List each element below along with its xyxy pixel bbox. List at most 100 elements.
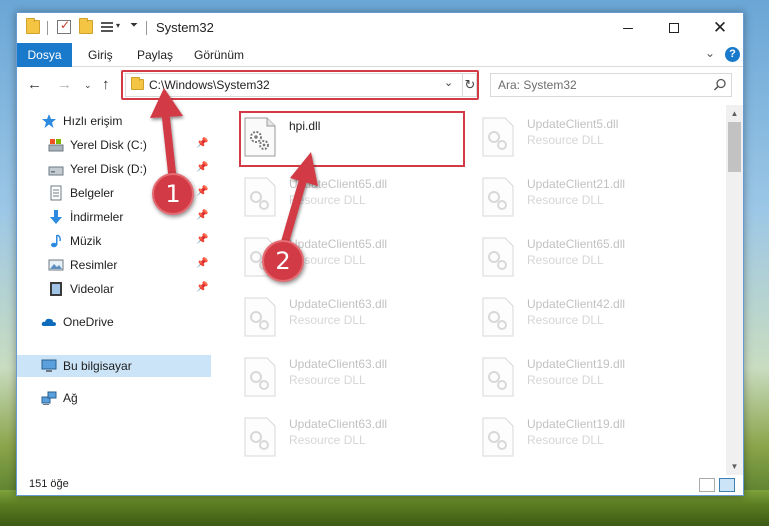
file-item[interactable]: UpdateClient5.dll Resource DLL — [477, 113, 707, 169]
step-1-badge: 1 — [152, 173, 194, 215]
file-name: UpdateClient65.dll — [527, 237, 626, 251]
sidebar-item-label: Videolar — [70, 282, 114, 296]
sidebar-item-network[interactable]: Ağ — [17, 387, 211, 409]
up-arrow-icon[interactable]: ↑ — [102, 76, 110, 93]
file-type: Resource DLL — [527, 133, 604, 147]
file-type: Resource DLL — [527, 313, 604, 327]
chevron-down-icon[interactable]: ▾ — [116, 21, 120, 30]
sidebar-item-label: Yerel Disk (D:) — [70, 162, 147, 176]
sidebar-item-label: Resimler — [70, 258, 118, 272]
sidebar-item-onedrive[interactable]: OneDrive — [17, 311, 211, 333]
vertical-scrollbar[interactable]: ▲ ▼ — [726, 105, 743, 475]
documents-icon — [50, 185, 62, 201]
scrollbar-thumb[interactable] — [728, 122, 741, 172]
step-2-badge: 2 — [262, 240, 304, 282]
dll-file-icon — [482, 417, 514, 457]
close-button[interactable]: ✕ — [697, 13, 743, 43]
dll-file-icon — [244, 297, 276, 337]
file-item[interactable]: UpdateClient63.dll Resource DLL — [239, 353, 469, 409]
scroll-up-arrow-icon[interactable]: ▲ — [726, 105, 743, 122]
pin-icon: 📌 — [196, 138, 209, 149]
sidebar-item-label: Bu bilgisayar — [63, 359, 132, 373]
sidebar-item-videos[interactable]: Videolar 📌 — [17, 278, 211, 300]
file-name: UpdateClient63.dll — [289, 297, 388, 311]
pin-icon: 📌 — [196, 162, 209, 173]
status-bar: 151 öğe — [17, 475, 743, 495]
details-view-icon[interactable] — [699, 478, 715, 492]
scroll-down-arrow-icon[interactable]: ▼ — [726, 458, 743, 475]
close-icon: ✕ — [712, 18, 728, 37]
file-type: Resource DLL — [527, 193, 604, 207]
file-name: UpdateClient42.dll — [527, 297, 626, 311]
pictures-icon — [48, 259, 64, 271]
file-item[interactable]: UpdateClient42.dll Resource DLL — [477, 293, 707, 349]
sidebar-item-pictures[interactable]: Resimler 📌 — [17, 254, 211, 276]
file-item-hpi-dll[interactable]: hpi.dll — [239, 113, 469, 169]
back-arrow-icon[interactable]: ← — [27, 76, 42, 93]
sidebar-item-music[interactable]: Müzik 📌 — [17, 230, 211, 252]
pin-icon: 📌 — [196, 234, 209, 245]
file-item[interactable]: UpdateClient65.dll Resource DLL — [477, 233, 707, 289]
title-bar: ▾ ⏷ System32 ✕ — [17, 13, 743, 43]
file-type: Resource DLL — [527, 433, 604, 447]
maximize-button[interactable] — [651, 13, 697, 43]
pin-icon: 📌 — [196, 186, 209, 197]
drive-icon — [48, 166, 64, 176]
title-separator — [146, 21, 147, 35]
sidebar-item-this-pc[interactable]: Bu bilgisayar — [17, 355, 211, 377]
sidebar-item-local-disk-c[interactable]: Yerel Disk (C:) 📌 — [17, 134, 211, 156]
sidebar-item-label: OneDrive — [63, 315, 114, 329]
dll-file-icon — [244, 117, 276, 157]
drive-icon — [48, 139, 64, 152]
file-name: UpdateClient65.dll — [289, 177, 388, 191]
file-item[interactable]: UpdateClient19.dll Resource DLL — [477, 353, 707, 409]
file-name: UpdateClient19.dll — [527, 417, 626, 431]
large-icons-view-icon[interactable] — [719, 478, 735, 492]
tab-file[interactable]: Dosya — [17, 43, 72, 67]
customize-quick-access-icon[interactable] — [101, 22, 113, 32]
tab-view[interactable]: Görünüm — [194, 48, 244, 62]
navigation-pane: Hızlı erişim Yerel Disk (C:) 📌 Yerel Dis… — [17, 105, 211, 467]
search-box[interactable]: Ara: System32 — [490, 73, 732, 97]
search-icon[interactable] — [712, 77, 728, 93]
minimize-icon — [623, 27, 633, 29]
recent-locations-icon[interactable]: ⌄ — [84, 80, 92, 91]
file-type: Resource DLL — [289, 433, 366, 447]
file-item[interactable]: UpdateClient65.dll Resource DLL — [239, 173, 469, 229]
dll-file-icon — [482, 297, 514, 337]
file-type: Resource DLL — [289, 373, 366, 387]
ribbon-tabs: Dosya Giriş Paylaş Görünüm ⌄ ? — [17, 43, 743, 67]
tab-share[interactable]: Paylaş — [137, 48, 173, 62]
tab-home[interactable]: Giriş — [88, 48, 113, 62]
forward-arrow-icon[interactable]: → — [57, 76, 72, 93]
file-item[interactable]: UpdateClient63.dll Resource DLL — [239, 413, 469, 467]
sidebar-item-label: Ağ — [63, 391, 78, 405]
properties-icon[interactable] — [57, 18, 71, 34]
dll-file-icon — [482, 177, 514, 217]
toolbar-separator — [47, 21, 48, 35]
window-title: System32 — [156, 20, 214, 35]
file-item[interactable]: UpdateClient63.dll Resource DLL — [239, 293, 469, 349]
file-name: hpi.dll — [289, 119, 321, 133]
quick-access-dropdown-icon[interactable]: ⏷ — [130, 20, 138, 31]
dll-file-icon — [482, 357, 514, 397]
minimize-button[interactable] — [605, 13, 651, 43]
file-name: UpdateClient19.dll — [527, 357, 626, 371]
search-placeholder[interactable]: Ara: System32 — [498, 78, 577, 92]
file-item[interactable]: UpdateClient21.dll Resource DLL — [477, 173, 707, 229]
pin-icon: 📌 — [196, 282, 209, 293]
dll-file-icon — [244, 177, 276, 217]
file-list: hpi.dll UpdateClient65.dll Resource DLL … — [213, 105, 726, 467]
cloud-icon — [41, 318, 56, 326]
help-icon[interactable]: ? — [725, 47, 740, 62]
item-count: 151 öğe — [29, 478, 69, 490]
music-icon — [51, 234, 61, 248]
sidebar-item-label: Hızlı erişim — [63, 114, 123, 128]
sidebar-item-quick-access[interactable]: Hızlı erişim — [17, 110, 211, 132]
address-highlight-box — [121, 70, 479, 100]
dll-file-icon — [244, 417, 276, 457]
file-item[interactable]: UpdateClient19.dll Resource DLL — [477, 413, 707, 467]
file-type: Resource DLL — [289, 313, 366, 327]
new-folder-icon[interactable] — [79, 18, 93, 34]
expand-ribbon-icon[interactable]: ⌄ — [705, 46, 715, 60]
